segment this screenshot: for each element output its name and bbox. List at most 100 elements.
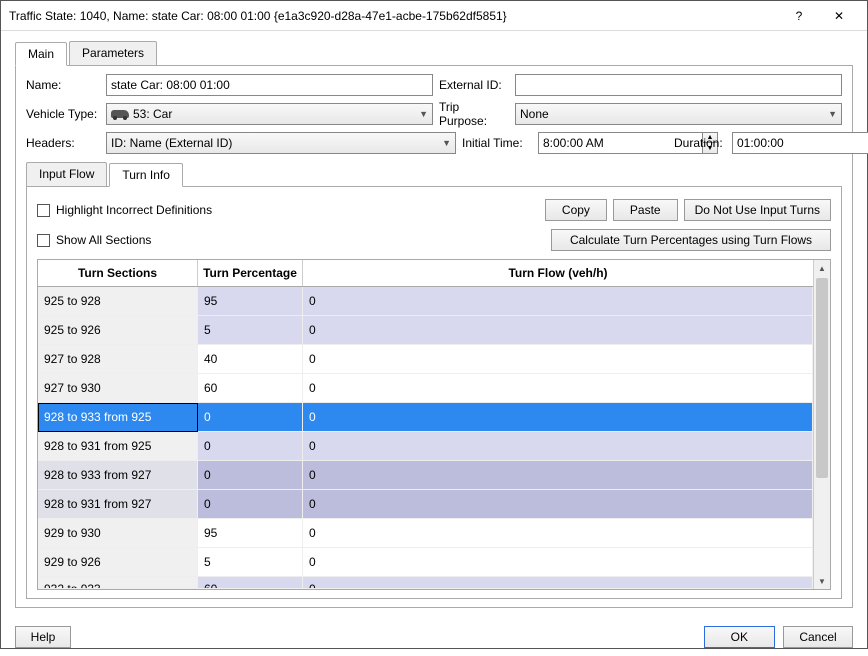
- headers-select[interactable]: ID: Name (External ID) ▼: [106, 132, 456, 154]
- cell-percentage[interactable]: 95: [198, 519, 303, 548]
- cell-flow[interactable]: 0: [303, 287, 813, 316]
- outer-tab-container: Main Parameters Name: External ID: Vehic…: [15, 41, 853, 608]
- duration-label: Duration:: [674, 136, 726, 150]
- table-row[interactable]: 929 to 930950: [38, 519, 813, 548]
- cell-section[interactable]: 925 to 928: [38, 287, 198, 316]
- cell-flow[interactable]: 0: [303, 432, 813, 461]
- cell-percentage[interactable]: 5: [198, 548, 303, 577]
- cell-flow[interactable]: 0: [303, 345, 813, 374]
- cell-section[interactable]: 929 to 926: [38, 548, 198, 577]
- table-row[interactable]: 929 to 92650: [38, 548, 813, 577]
- cell-section[interactable]: 927 to 928: [38, 345, 198, 374]
- cell-percentage[interactable]: 0: [198, 403, 303, 432]
- paste-button[interactable]: Paste: [613, 199, 678, 221]
- vertical-scrollbar[interactable]: ▲ ▼: [813, 260, 830, 589]
- actions-row-1: Highlight Incorrect Definitions Copy Pas…: [37, 199, 831, 221]
- cell-section[interactable]: 928 to 931 from 927: [38, 490, 198, 519]
- cell-percentage[interactable]: 60: [198, 577, 303, 589]
- table-row[interactable]: 925 to 928950: [38, 287, 813, 316]
- cell-section[interactable]: 932 to 933: [38, 577, 198, 589]
- table-row[interactable]: 928 to 933 from 92500: [38, 403, 813, 432]
- tab-main[interactable]: Main: [15, 42, 67, 66]
- scroll-down-icon[interactable]: ▼: [814, 573, 830, 589]
- chevron-down-icon: ▼: [828, 109, 837, 119]
- titlebar: Traffic State: 1040, Name: state Car: 08…: [1, 1, 867, 31]
- cell-flow[interactable]: 0: [303, 490, 813, 519]
- cell-flow[interactable]: 0: [303, 461, 813, 490]
- no-input-turns-button[interactable]: Do Not Use Input Turns: [684, 199, 831, 221]
- name-input[interactable]: [106, 74, 433, 96]
- row-name: Name: External ID:: [26, 74, 842, 96]
- question-icon: ?: [796, 9, 803, 23]
- table-row[interactable]: 932 to 933600: [38, 577, 813, 589]
- row-headers: Headers: ID: Name (External ID) ▼ Initia…: [26, 132, 842, 154]
- help-footer-button[interactable]: Help: [15, 626, 71, 648]
- row-vehicle: Vehicle Type: 53: Car ▼ Trip Purpose: No…: [26, 100, 842, 128]
- table-row[interactable]: 925 to 92650: [38, 316, 813, 345]
- cell-flow[interactable]: 0: [303, 577, 813, 589]
- cell-section[interactable]: 927 to 930: [38, 374, 198, 403]
- cell-flow[interactable]: 0: [303, 519, 813, 548]
- cell-percentage[interactable]: 60: [198, 374, 303, 403]
- scroll-up-icon[interactable]: ▲: [814, 260, 830, 276]
- dialog-footer: Help OK Cancel: [1, 618, 867, 656]
- checkbox-icon: [37, 204, 50, 217]
- show-all-checkbox[interactable]: Show All Sections: [37, 233, 151, 247]
- help-button[interactable]: ?: [779, 1, 819, 31]
- window-title: Traffic State: 1040, Name: state Car: 08…: [9, 9, 779, 23]
- cell-section[interactable]: 929 to 930: [38, 519, 198, 548]
- tab-parameters[interactable]: Parameters: [69, 41, 157, 65]
- col-sections: Turn Sections: [38, 260, 198, 286]
- cell-percentage[interactable]: 0: [198, 490, 303, 519]
- highlight-checkbox[interactable]: Highlight Incorrect Definitions: [37, 203, 212, 217]
- show-all-label: Show All Sections: [56, 233, 151, 247]
- ok-button[interactable]: OK: [704, 626, 775, 648]
- car-icon: [111, 110, 129, 118]
- col-percentage: Turn Percentage: [198, 260, 303, 286]
- tab-turn-info[interactable]: Turn Info: [109, 163, 183, 187]
- cell-flow[interactable]: 0: [303, 316, 813, 345]
- calculate-button[interactable]: Calculate Turn Percentages using Turn Fl…: [551, 229, 831, 251]
- chevron-down-icon: ▼: [442, 138, 451, 148]
- name-label: Name:: [26, 78, 100, 92]
- table-row[interactable]: 928 to 931 from 92700: [38, 490, 813, 519]
- external-id-input[interactable]: [515, 74, 842, 96]
- cell-percentage[interactable]: 40: [198, 345, 303, 374]
- duration-field[interactable]: ▲▼: [732, 132, 842, 154]
- table-row[interactable]: 928 to 931 from 92500: [38, 432, 813, 461]
- outer-tab-body: Name: External ID: Vehicle Type: 53: Car…: [15, 65, 853, 608]
- cell-percentage[interactable]: 95: [198, 287, 303, 316]
- trip-purpose-select[interactable]: None ▼: [515, 103, 842, 125]
- cell-flow[interactable]: 0: [303, 403, 813, 432]
- dialog-content: Main Parameters Name: External ID: Vehic…: [1, 31, 867, 618]
- table-row[interactable]: 928 to 933 from 92700: [38, 461, 813, 490]
- cell-flow[interactable]: 0: [303, 374, 813, 403]
- table-row[interactable]: 927 to 930600: [38, 374, 813, 403]
- close-button[interactable]: ✕: [819, 1, 859, 31]
- scroll-thumb[interactable]: [816, 278, 828, 478]
- cell-section[interactable]: 928 to 933 from 925: [38, 403, 198, 432]
- headers-label: Headers:: [26, 136, 100, 150]
- vehicle-type-select[interactable]: 53: Car ▼: [106, 103, 433, 125]
- highlight-label: Highlight Incorrect Definitions: [56, 203, 212, 217]
- cancel-button[interactable]: Cancel: [783, 626, 853, 648]
- cell-flow[interactable]: 0: [303, 548, 813, 577]
- cell-percentage[interactable]: 5: [198, 316, 303, 345]
- table-body: Turn Sections Turn Percentage Turn Flow …: [38, 260, 813, 589]
- tab-input-flow[interactable]: Input Flow: [26, 162, 107, 186]
- table-header: Turn Sections Turn Percentage Turn Flow …: [38, 260, 813, 287]
- cell-section[interactable]: 928 to 931 from 925: [38, 432, 198, 461]
- table-row[interactable]: 927 to 928400: [38, 345, 813, 374]
- cell-section[interactable]: 928 to 933 from 927: [38, 461, 198, 490]
- dialog-window: Traffic State: 1040, Name: state Car: 08…: [0, 0, 868, 649]
- chevron-down-icon: ▼: [419, 109, 428, 119]
- copy-button[interactable]: Copy: [545, 199, 607, 221]
- cell-percentage[interactable]: 0: [198, 461, 303, 490]
- cell-percentage[interactable]: 0: [198, 432, 303, 461]
- cell-section[interactable]: 925 to 926: [38, 316, 198, 345]
- outer-tab-strip: Main Parameters: [15, 41, 853, 65]
- initial-time-field[interactable]: ▲▼: [538, 132, 668, 154]
- actions-row-2: Show All Sections Calculate Turn Percent…: [37, 229, 831, 251]
- duration-input[interactable]: [732, 132, 868, 154]
- inner-tab-strip: Input Flow Turn Info: [26, 162, 842, 186]
